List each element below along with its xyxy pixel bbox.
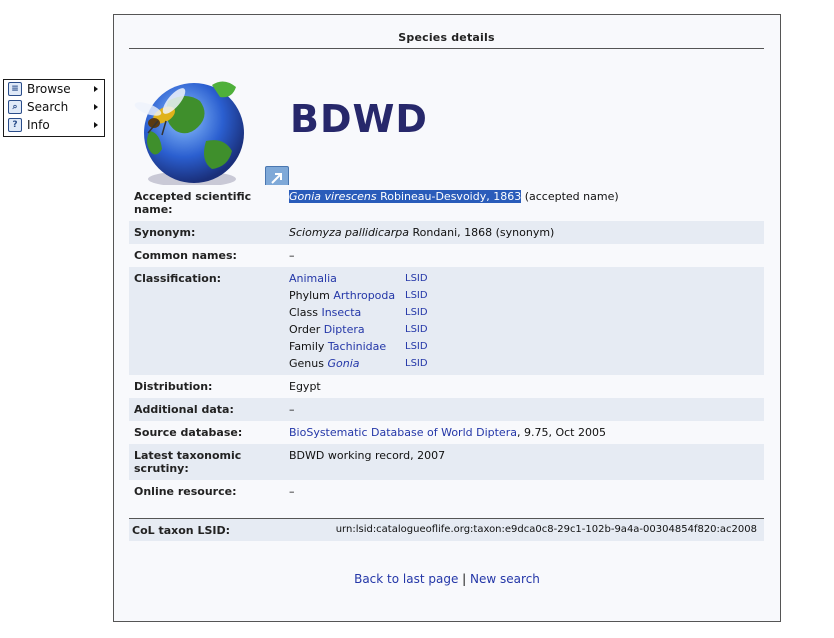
row-label: Latest taxonomic scrutiny:	[134, 449, 242, 475]
synonym-rest: Rondani, 1868 (synonym)	[412, 226, 555, 239]
title-divider	[129, 48, 764, 49]
rank-label: Family	[289, 340, 325, 353]
classification-rank: Order Diptera LSID	[289, 323, 489, 340]
row-label: Classification:	[134, 272, 222, 285]
accepted-name-value: Gonia virescens Robineau-Desvoidy, 1863 …	[289, 190, 619, 203]
lsid-link[interactable]: LSID	[405, 272, 428, 285]
row-synonym: Synonym: Sciomyza pallidicarpa Rondani, …	[129, 221, 764, 244]
lsid-link[interactable]: LSID	[405, 357, 428, 370]
distribution-value: Egypt	[289, 380, 321, 393]
classification-rank: Class Insecta LSID	[289, 306, 489, 323]
source-database-value: BioSystematic Database of World Diptera,…	[289, 426, 606, 439]
menu-item-label: Browse	[27, 82, 71, 96]
lsid-link[interactable]: LSID	[405, 323, 428, 336]
species-details-table: Accepted scientific name: Gonia virescen…	[129, 185, 764, 518]
menu-item-info[interactable]: ? Info	[4, 116, 104, 134]
lsid-link[interactable]: LSID	[405, 306, 428, 319]
online-resource-value: –	[289, 485, 295, 498]
rank-label: Genus	[289, 357, 324, 370]
menu-item-label: Search	[27, 100, 69, 114]
menu-item-browse[interactable]: ≡ Browse	[4, 80, 104, 98]
question-icon: ?	[8, 118, 22, 132]
row-label: Accepted scientific name:	[134, 190, 252, 216]
common-names-value: –	[289, 249, 295, 262]
accepted-name-status: (accepted name)	[524, 190, 619, 203]
taxon-link[interactable]: Gonia	[327, 357, 359, 370]
classification-rank: Family Tachinidae LSID	[289, 340, 489, 357]
row-label: Common names:	[134, 249, 237, 262]
rank-label: Order	[289, 323, 321, 336]
row-label: Distribution:	[134, 380, 213, 393]
classification-rank: Genus Gonia LSID	[289, 357, 489, 374]
submenu-arrow-icon	[94, 122, 98, 128]
taxon-link[interactable]: Animalia	[289, 272, 337, 285]
menu-item-label: Info	[27, 118, 50, 132]
rank-label: Class	[289, 306, 318, 319]
taxon-link[interactable]: Tachinidae	[328, 340, 386, 353]
row-classification: Classification: Animalia LSID Phylum Art…	[129, 267, 764, 375]
taxon-link[interactable]: Insecta	[321, 306, 361, 319]
footer-links: Back to last page | New search	[114, 572, 780, 586]
submenu-arrow-icon	[94, 104, 98, 110]
additional-data-value: –	[289, 403, 295, 416]
link-separator: |	[462, 572, 467, 586]
source-database-link[interactable]: BioSystematic Database of World Diptera	[289, 426, 517, 439]
taxon-link[interactable]: Arthropoda	[333, 289, 395, 302]
row-online-resource: Online resource: –	[129, 480, 764, 518]
database-logo-icon	[134, 81, 244, 187]
menu-item-search[interactable]: ⌕ Search	[4, 98, 104, 116]
scrutiny-value: BDWD working record, 2007	[289, 449, 446, 462]
accepted-name-link[interactable]: Gonia virescens Robineau-Desvoidy, 1863	[289, 190, 522, 203]
lsid-link[interactable]: LSID	[405, 289, 428, 302]
classification-rank: Animalia LSID	[289, 272, 489, 289]
source-database-version: , 9.75, Oct 2005	[516, 426, 606, 439]
panel-title: Species details	[398, 31, 495, 44]
new-search-link[interactable]: New search	[470, 572, 540, 586]
synonym-value: Sciomyza pallidicarpa Rondani, 1868 (syn…	[289, 226, 554, 239]
col-lsid-label: CoL taxon LSID:	[132, 524, 231, 537]
row-taxonomic-scrutiny: Latest taxonomic scrutiny: BDWD working …	[129, 444, 764, 480]
database-logo-name: BDWD	[290, 97, 428, 141]
submenu-arrow-icon	[94, 86, 98, 92]
species-details-panel: Species details BDWD Accepted scientific	[113, 14, 781, 622]
col-lsid-row: CoL taxon LSID: urn:lsid:catalogueoflife…	[129, 518, 764, 541]
row-label: Additional data:	[134, 403, 234, 416]
search-icon: ⌕	[8, 100, 22, 114]
row-additional-data: Additional data: –	[129, 398, 764, 421]
classification-rank: Phylum Arthropoda LSID	[289, 289, 489, 306]
row-label: Source database:	[134, 426, 243, 439]
row-source-database: Source database: BioSystematic Database …	[129, 421, 764, 444]
rank-label: Phylum	[289, 289, 330, 302]
row-label: Online resource:	[134, 485, 237, 498]
book-icon: ≡	[8, 82, 22, 96]
row-accepted-name: Accepted scientific name: Gonia virescen…	[129, 185, 764, 221]
classification-list: Animalia LSID Phylum Arthropoda LSID Cla…	[289, 272, 489, 374]
row-common-names: Common names: –	[129, 244, 764, 267]
accepted-name-binomial: Gonia virescens	[289, 190, 377, 203]
accepted-name-author: Robineau-Desvoidy, 1863	[380, 190, 522, 203]
row-label: Synonym:	[134, 226, 196, 239]
side-menu: ≡ Browse ⌕ Search ? Info	[3, 79, 105, 137]
lsid-link[interactable]: LSID	[405, 340, 428, 353]
synonym-binomial: Sciomyza pallidicarpa	[289, 226, 410, 239]
col-lsid-value: urn:lsid:catalogueoflife.org:taxon:e9dca…	[335, 524, 757, 535]
row-distribution: Distribution: Egypt	[129, 375, 764, 398]
back-link[interactable]: Back to last page	[354, 572, 458, 586]
taxon-link[interactable]: Diptera	[324, 323, 365, 336]
